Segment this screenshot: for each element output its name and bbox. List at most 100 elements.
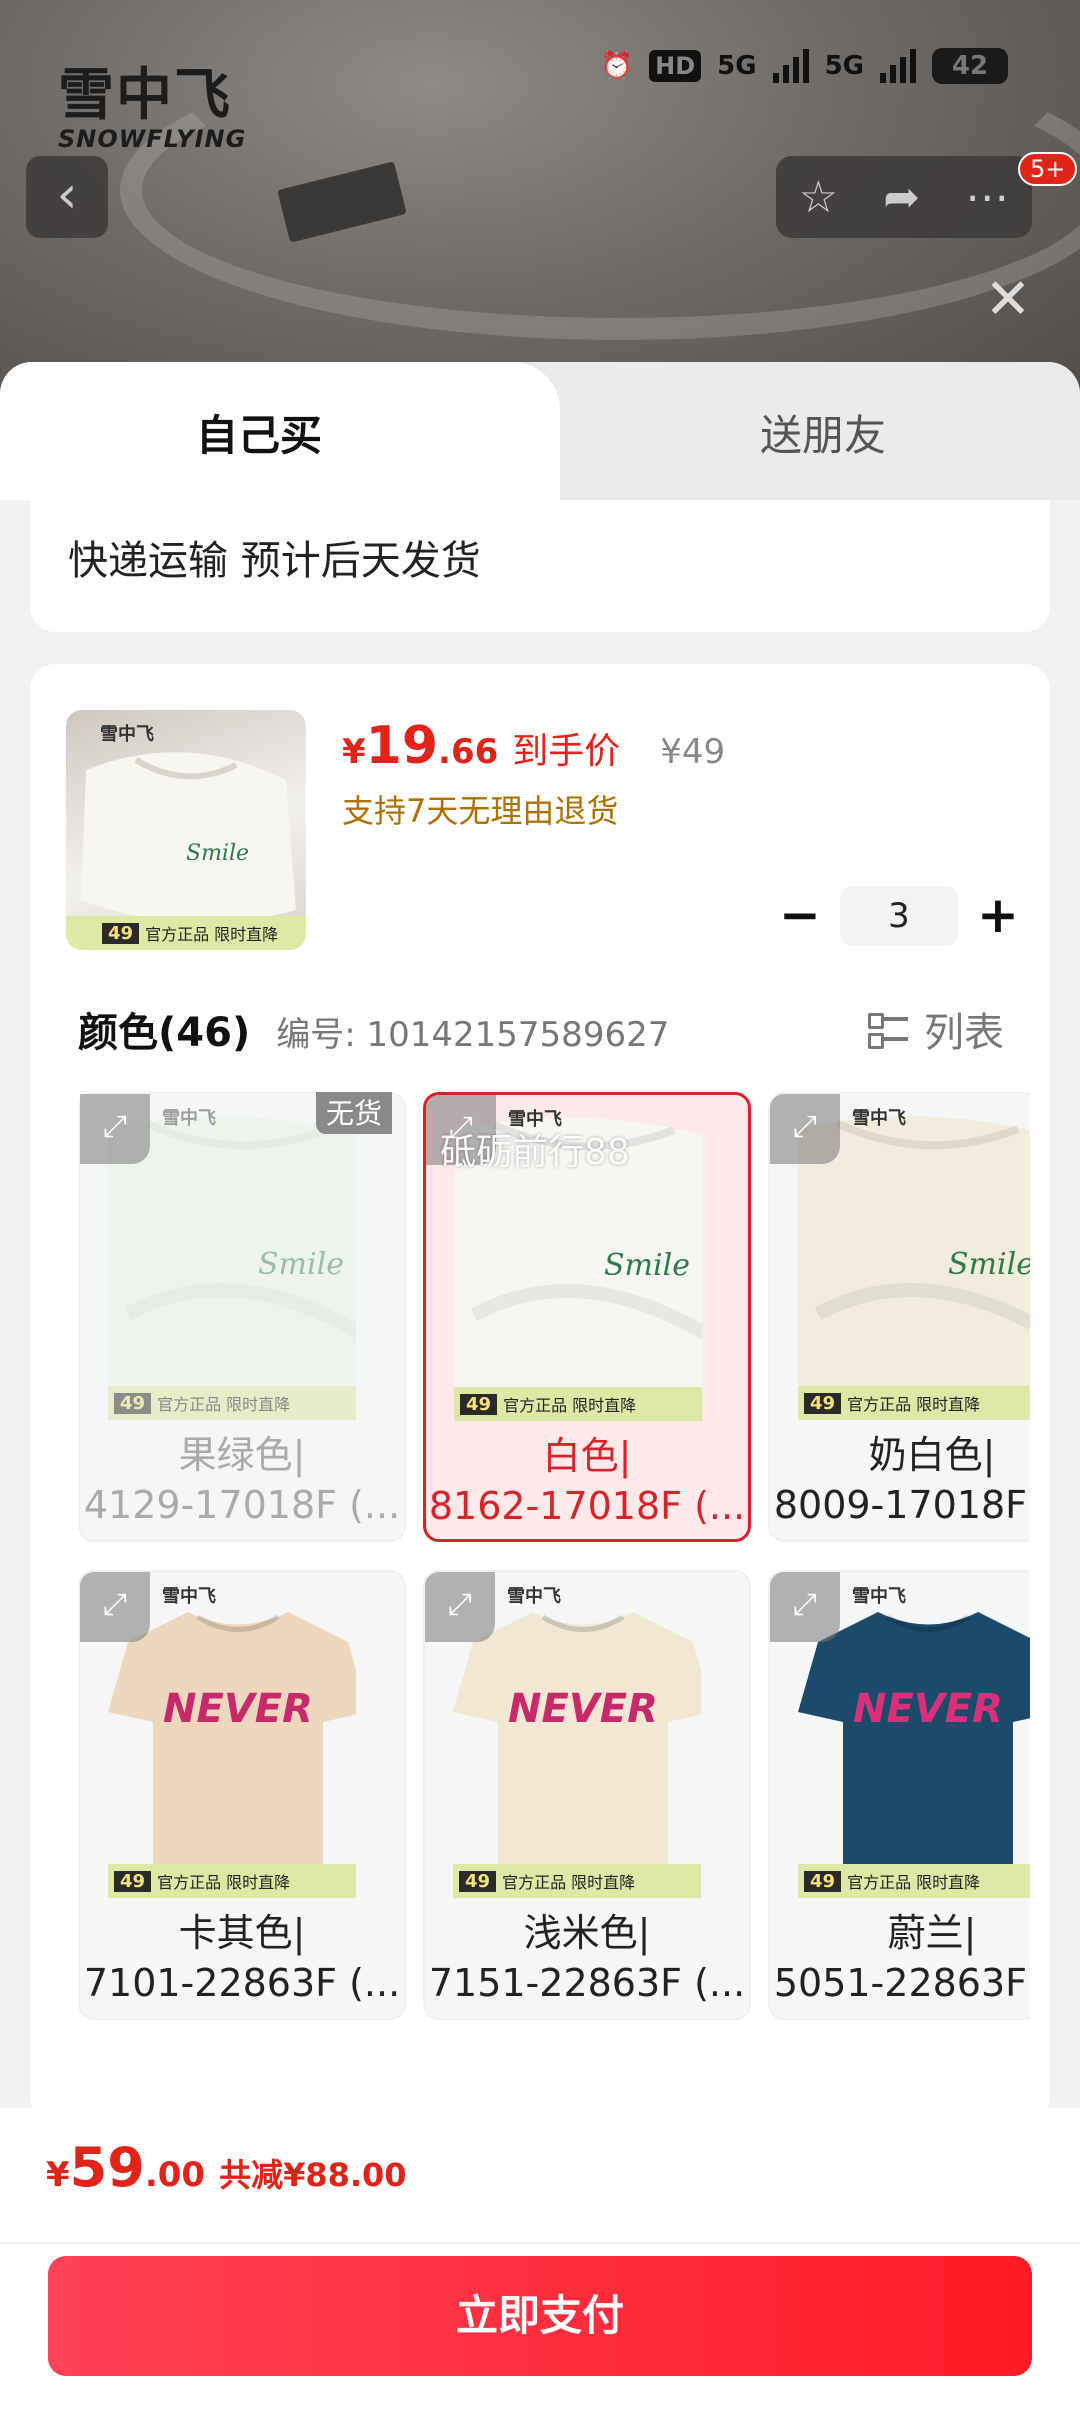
decrease-button[interactable]: − [770,886,830,946]
back-button[interactable]: ‹ [26,156,108,238]
svg-text:NEVER: NEVER [163,1686,313,1732]
variant-logo: 雪中飞 [852,1586,906,1607]
variant-tile[interactable]: Smile 雪中飞 ⤢ 49 官方正品 限时直降 奶白色| 8009-17018… [768,1092,1030,1542]
shipping-card: 快递运输 预计后天发货 [30,500,1050,632]
variant-color-name: 白色| [542,1434,632,1478]
close-button[interactable]: ✕ [980,272,1036,328]
variant-name: 白色| 8162-17018F (... [426,1431,748,1531]
message-badge: 5+ [1018,152,1078,186]
divider [0,2242,1080,2244]
tab-buy-self[interactable]: 自己买 [196,402,322,463]
variant-name: 果绿色| 4129-17018F (... [80,1430,404,1530]
variant-price-strip: 49 官方正品 限时直降 [453,1864,701,1898]
total-symbol: ¥ [46,2155,70,2195]
variant-sku: 7101-22863F (... [83,1961,401,2005]
variant-price-strip: 49 官方正品 限时直降 [108,1386,356,1420]
list-view-toggle[interactable]: 列表 [868,1000,1004,1058]
chevron-left-icon: ‹ [56,165,78,225]
price-line: ¥19.66 到手价 ¥49 [342,716,725,776]
variant-tile[interactable]: NEVER 雪中飞 ⤢ 49 官方正品 限时直降 浅米色| 7151-22863… [423,1570,751,2020]
variant-price-strip: 49 官方正品 限时直降 [798,1864,1030,1898]
status-bar: ⏰ HD 5G 5G 42 [601,48,1008,84]
purchase-sheet: 自己买 送朋友 快递运输 预计后天发货 Smile 雪中飞 49 官方正品 限时… [0,362,1080,2412]
variant-badges: 官方正品 限时直降 [502,1873,636,1892]
battery-icon: 42 [932,48,1008,84]
tab-gift-friend[interactable]: 送朋友 [760,402,886,463]
variant-tile[interactable]: Smile 雪中飞 ⤢ 49 官方正品 限时直降 白色| 8162-17018F… [423,1092,751,1542]
svg-text:NEVER: NEVER [508,1686,658,1732]
price-symbol: ¥ [342,732,366,772]
total-price: ¥ 59 .00 共减¥88.00 [46,2136,407,2199]
variant-price: 49 [459,1870,497,1892]
variant-name: 奶白色| 8009-17018F (... [770,1430,1030,1530]
variant-price: 49 [114,1392,152,1414]
expand-icon[interactable]: ⤢ [770,1094,840,1164]
variant-tile[interactable]: Smile 雪中飞 ⤢ 49 官方正品 限时直降 果绿色| 4129-17018… [78,1092,406,1542]
variant-badges: 官方正品 限时直降 [847,1395,981,1414]
variant-logo: 雪中飞 [162,1108,216,1129]
product-card: Smile 雪中飞 49 官方正品 限时直降 ¥19.66 到手价 ¥49 支持… [30,664,1050,2124]
variant-sku: 4129-17018F (... [83,1483,401,1527]
product-thumbnail[interactable]: Smile 雪中飞 49 官方正品 限时直降 [66,710,306,950]
increase-button[interactable]: + [968,886,1028,946]
variant-sku: 8162-17018F (... [428,1484,746,1528]
variant-color-name: 蔚兰| [887,1911,977,1955]
purchase-tabs: 自己买 送朋友 [0,362,1080,500]
thumbnail-price: 49 [102,922,140,944]
price-label: 到手价 [512,731,621,772]
thumbnail-price-strip: 49 官方正品 限时直降 [66,916,306,950]
quantity-value[interactable]: 3 [840,886,958,946]
thumbnail-badges: 官方正品 限时直降 [145,925,279,944]
color-header: 颜色(46) 编号: 10142157589627 [78,1000,669,1058]
shipping-info: 快递运输 预计后天发货 [68,538,481,584]
out-of-stock-badge: 无货 [316,1092,393,1134]
variant-logo: 雪中飞 [852,1108,906,1129]
expand-icon[interactable]: ⤢ [80,1094,150,1164]
total-int: 59 [69,2136,145,2199]
expand-icon[interactable]: ⤢ [770,1572,840,1642]
variant-color-name: 卡其色| [178,1911,306,1955]
variant-sku: 5051-22863F (... [773,1961,1030,2005]
variant-badges: 官方正品 限时直降 [157,1873,291,1892]
signal-icon-2 [880,49,916,83]
brand-logo: 雪中飞 SNOWFLYING [58,50,246,153]
variant-price-strip: 49 官方正品 限时直降 [454,1387,702,1421]
variant-color-name: 果绿色| [178,1433,306,1477]
variant-sku: 8009-17018F (... [773,1483,1030,1527]
checkout-bar: ¥ 59 .00 共减¥88.00 立即支付 [0,2108,1080,2412]
variant-color-name: 浅米色| [523,1911,651,1955]
pay-now-button[interactable]: 立即支付 [48,2256,1032,2376]
hd-indicator: HD [649,50,702,82]
variant-tile[interactable]: NEVER 雪中飞 ⤢ 49 官方正品 限时直降 蔚兰| 5051-22863F… [768,1570,1030,2020]
variant-tile[interactable]: NEVER 雪中飞 ⤢ 49 官方正品 限时直降 卡其色| 7101-22863… [78,1570,406,2020]
variant-badges: 官方正品 限时直降 [847,1873,981,1892]
product-code: 编号: 10142157589627 [276,1015,670,1055]
variant-badges: 官方正品 限时直降 [157,1395,291,1414]
star-icon[interactable]: ☆ [799,172,838,223]
close-icon: ✕ [984,267,1032,332]
variant-price: 49 [804,1392,842,1414]
more-icon[interactable]: ⋯ [965,172,1009,223]
share-icon[interactable]: ➦ [883,172,920,223]
total-dec: .00 [144,2155,206,2195]
variant-price-strip: 49 官方正品 限时直降 [798,1386,1030,1420]
thumbnail-logo: 雪中飞 [100,724,154,745]
minus-icon: − [779,886,821,944]
expand-icon[interactable]: ⤢ [425,1572,495,1642]
expand-icon[interactable]: ⤢ [80,1572,150,1642]
svg-text:Smile: Smile [948,1247,1030,1282]
svg-text:Smile: Smile [186,841,249,866]
price-int: 19 [365,716,439,776]
variant-color-name: 奶白色| [868,1433,996,1477]
network-5g-label-2: 5G [824,51,864,81]
header-actions: ☆ ➦ ⋯ [776,156,1032,238]
variant-logo: 雪中飞 [162,1586,216,1607]
variant-name: 浅米色| 7151-22863F (... [425,1908,749,2008]
variant-price: 49 [804,1870,842,1892]
svg-text:Smile: Smile [604,1248,690,1283]
signal-icon [772,49,809,83]
plus-icon: + [977,886,1019,944]
network-5g-label: 5G [717,51,757,81]
discount-total: 共减¥88.00 [219,2156,407,2194]
svg-text:Smile: Smile [258,1247,344,1282]
